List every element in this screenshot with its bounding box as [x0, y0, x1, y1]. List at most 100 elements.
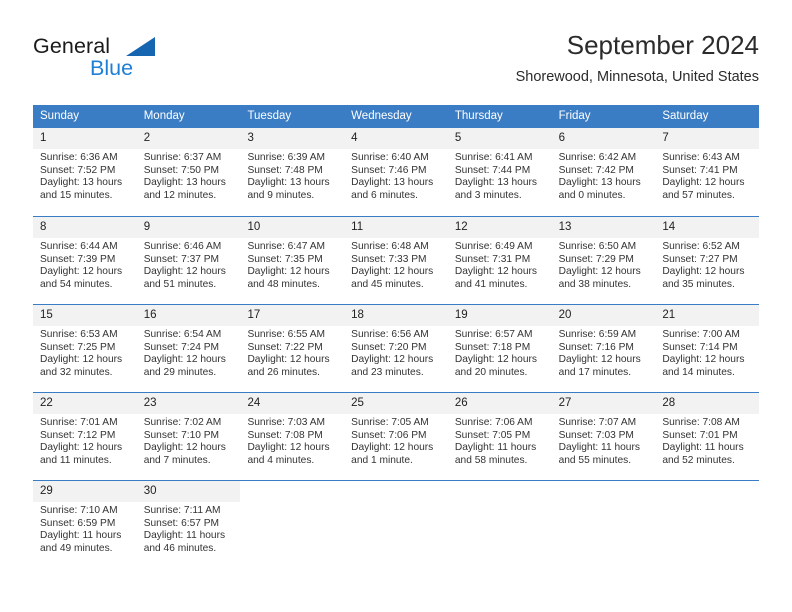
calendar-day-cell[interactable]: 9 Sunrise: 6:46 AM Sunset: 7:37 PM Daylight…: [136, 217, 241, 296]
day-number: 7: [655, 128, 760, 149]
calendar-day-cell[interactable]: 27 Sunrise: 7:07 AM Sunset: 7:03 PM Dayligh…: [551, 393, 656, 472]
day-details: Sunrise: 6:36 AM Sunset: 7:52 PM Daylight:…: [33, 149, 137, 202]
calendar-day-cell[interactable]: 28 Sunrise: 7:08 AM Sunset: 7:01 PM Dayligh…: [655, 393, 760, 472]
day-detail-line: Sunset: 7:46 PM: [351, 164, 427, 176]
day-detail-line: and 1 minute.: [351, 454, 413, 466]
day-detail-line: Daylight: 12 hours: [40, 354, 123, 366]
day-detail-line: and 12 minutes.: [143, 189, 217, 201]
day-detail-line: Daylight: 12 hours: [662, 266, 745, 278]
day-number: 3: [240, 128, 345, 149]
day-detail-line: Sunrise: 7:08 AM: [662, 417, 740, 428]
calendar-day-cell[interactable]: 12 Sunrise: 6:49 AM Sunset: 7:31 PM Dayligh…: [447, 217, 552, 296]
calendar-day-cell[interactable]: 23 Sunrise: 7:02 AM Sunset: 7:10 PM Dayligh…: [136, 393, 241, 472]
day-detail-line: Daylight: 13 hours: [454, 177, 537, 189]
calendar-day-cell[interactable]: 8 Sunrise: 6:44 AM Sunset: 7:39 PM Daylight…: [33, 217, 137, 296]
day-detail-line: Sunset: 7:44 PM: [454, 164, 531, 176]
calendar-day-cell[interactable]: 18 Sunrise: 6:56 AM Sunset: 7:20 PM Dayligh…: [344, 305, 448, 384]
day-detail-line: Sunset: 7:52 PM: [40, 164, 116, 176]
day-detail-line: Daylight: 12 hours: [351, 354, 434, 366]
day-number: [344, 481, 448, 502]
day-detail-line: Sunrise: 7:00 AM: [662, 329, 740, 340]
day-detail-line: Daylight: 12 hours: [247, 442, 330, 454]
day-details: Sunrise: 6:40 AM Sunset: 7:46 PM Daylight:…: [344, 149, 448, 202]
day-number: 9: [136, 217, 241, 238]
calendar-day-cell[interactable]: 4 Sunrise: 6:40 AM Sunset: 7:46 PM Daylight…: [344, 128, 448, 208]
weekday-header-sunday: Sunday: [40, 110, 80, 122]
day-detail-line: Sunrise: 7:01 AM: [40, 417, 118, 428]
day-number: 23: [136, 393, 241, 414]
day-number: 15: [33, 305, 137, 326]
calendar-day-cell[interactable]: 24 Sunrise: 7:03 AM Sunset: 7:08 PM Dayligh…: [240, 393, 345, 472]
day-detail-line: Daylight: 12 hours: [351, 442, 434, 454]
day-number: 25: [344, 393, 448, 414]
day-detail-line: and 23 minutes.: [351, 366, 424, 378]
calendar-week-row: 15 Sunrise: 6:53 AM Sunset: 7:25 PM Dayligh…: [33, 304, 760, 384]
calendar-day-cell-empty: [447, 481, 552, 560]
day-detail-line: Sunset: 7:14 PM: [662, 341, 738, 353]
day-detail-line: Sunset: 7:08 PM: [247, 429, 323, 441]
day-number: 4: [344, 128, 448, 149]
calendar-day-cell[interactable]: 22 Sunrise: 7:01 AM Sunset: 7:12 PM Dayligh…: [33, 393, 137, 472]
calendar-day-cell[interactable]: 1 Sunrise: 6:36 AM Sunset: 7:52 PM Daylight…: [33, 128, 137, 208]
day-detail-line: and 26 minutes.: [247, 366, 320, 378]
day-details: Sunrise: 6:37 AM Sunset: 7:50 PM Daylight:…: [137, 149, 241, 202]
calendar-day-cell[interactable]: 25 Sunrise: 7:05 AM Sunset: 7:06 PM Dayligh…: [344, 393, 448, 472]
day-detail-line: Daylight: 11 hours: [454, 442, 537, 454]
general-blue-logo[interactable]: General Blue: [33, 34, 213, 90]
calendar-day-cell[interactable]: 10 Sunrise: 6:47 AM Sunset: 7:35 PM Dayligh…: [240, 217, 345, 296]
day-detail-line: Sunrise: 7:06 AM: [454, 417, 533, 428]
day-detail-line: Sunrise: 6:41 AM: [454, 152, 533, 163]
day-number: 21: [655, 305, 760, 326]
day-number: 10: [240, 217, 345, 238]
day-detail-line: Sunrise: 6:57 AM: [454, 329, 533, 340]
day-details: Sunrise: 7:05 AM Sunset: 7:06 PM Daylight:…: [344, 414, 448, 467]
day-detail-line: Daylight: 12 hours: [454, 266, 537, 278]
day-number: 8: [33, 217, 137, 238]
calendar-day-cell[interactable]: 21 Sunrise: 7:00 AM Sunset: 7:14 PM Dayligh…: [655, 305, 760, 384]
day-details: Sunrise: 6:39 AM Sunset: 7:48 PM Daylight:…: [240, 149, 344, 202]
day-detail-line: and 29 minutes.: [143, 366, 217, 378]
weekday-header-row: Sunday Monday Tuesday Wednesday Thursday Frid…: [33, 105, 759, 128]
calendar-day-cell[interactable]: 29 Sunrise: 7:10 AM Sunset: 6:59 PM Dayligh…: [33, 481, 137, 560]
day-detail-line: Sunrise: 6:56 AM: [351, 329, 429, 340]
day-detail-line: Sunset: 7:48 PM: [247, 164, 323, 176]
day-details: [655, 502, 759, 505]
day-detail-line: Sunrise: 6:36 AM: [40, 152, 118, 163]
day-detail-line: Sunrise: 6:42 AM: [558, 152, 637, 163]
calendar-day-cell[interactable]: 26 Sunrise: 7:06 AM Sunset: 7:05 PM Dayligh…: [447, 393, 552, 472]
day-details: [552, 502, 656, 505]
day-detail-line: Daylight: 11 hours: [40, 530, 122, 542]
calendar-day-cell[interactable]: 20 Sunrise: 6:59 AM Sunset: 7:16 PM Dayligh…: [551, 305, 656, 384]
day-detail-line: Sunrise: 6:59 AM: [558, 329, 637, 340]
day-details: Sunrise: 6:41 AM Sunset: 7:44 PM Daylight:…: [448, 149, 552, 202]
day-detail-line: Sunrise: 6:46 AM: [143, 241, 222, 252]
calendar-day-cell[interactable]: 15 Sunrise: 6:53 AM Sunset: 7:25 PM Dayligh…: [33, 305, 137, 384]
calendar-day-cell[interactable]: 13 Sunrise: 6:50 AM Sunset: 7:29 PM Dayligh…: [551, 217, 656, 296]
calendar-day-cell[interactable]: 6 Sunrise: 6:42 AM Sunset: 7:42 PM Daylight…: [551, 128, 656, 208]
calendar-day-cell[interactable]: 5 Sunrise: 6:41 AM Sunset: 7:44 PM Daylight…: [447, 128, 552, 208]
calendar-day-cell[interactable]: 11 Sunrise: 6:48 AM Sunset: 7:33 PM Dayligh…: [344, 217, 448, 296]
weekday-header-tuesday: Tuesday: [247, 110, 292, 122]
day-detail-line: and 58 minutes.: [454, 454, 528, 466]
calendar-day-cell[interactable]: 19 Sunrise: 6:57 AM Sunset: 7:18 PM Dayligh…: [447, 305, 552, 384]
calendar-day-cell[interactable]: 3 Sunrise: 6:39 AM Sunset: 7:48 PM Daylight…: [240, 128, 345, 208]
calendar-week-row: 1 Sunrise: 6:36 AM Sunset: 7:52 PM Daylight…: [33, 128, 760, 208]
day-detail-line: and 48 minutes.: [247, 278, 320, 290]
weekday-header-saturday: Saturday: [662, 110, 709, 122]
page-header: General Blue September 2024 Shorewood, M…: [33, 28, 759, 100]
day-details: Sunrise: 6:57 AM Sunset: 7:18 PM Daylight:…: [448, 326, 552, 379]
day-details: Sunrise: 7:02 AM Sunset: 7:10 PM Daylight:…: [137, 414, 241, 467]
calendar-day-cell[interactable]: 2 Sunrise: 6:37 AM Sunset: 7:50 PM Daylight…: [136, 128, 241, 208]
day-number: 26: [447, 393, 552, 414]
calendar-day-cell[interactable]: 30 Sunrise: 7:11 AM Sunset: 6:57 PM Dayligh…: [136, 481, 241, 560]
calendar-day-cell[interactable]: 7 Sunrise: 6:43 AM Sunset: 7:41 PM Daylight…: [655, 128, 760, 208]
calendar-day-cell[interactable]: 16 Sunrise: 6:54 AM Sunset: 7:24 PM Dayligh…: [136, 305, 241, 384]
day-detail-line: Sunset: 7:39 PM: [40, 253, 116, 265]
calendar-day-cell[interactable]: 17 Sunrise: 6:55 AM Sunset: 7:22 PM Dayligh…: [240, 305, 345, 384]
day-detail-line: and 4 minutes.: [247, 454, 315, 466]
day-details: Sunrise: 7:00 AM Sunset: 7:14 PM Daylight:…: [655, 326, 759, 379]
day-detail-line: Daylight: 12 hours: [40, 266, 123, 278]
calendar-day-cell[interactable]: 14 Sunrise: 6:52 AM Sunset: 7:27 PM Dayligh…: [655, 217, 760, 296]
day-detail-line: and 14 minutes.: [662, 366, 735, 378]
day-number: 14: [655, 217, 760, 238]
